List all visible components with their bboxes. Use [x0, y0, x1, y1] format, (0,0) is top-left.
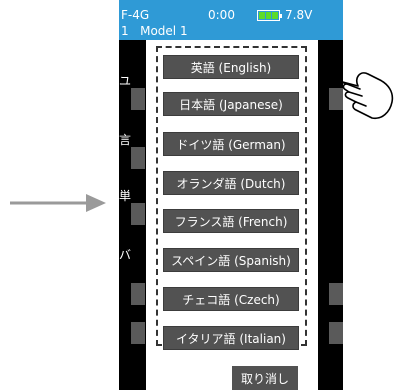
background-value-bar: [131, 88, 145, 110]
battery-icon: [257, 10, 282, 21]
language-option-spanish[interactable]: スペイン語 (Spanish): [163, 248, 299, 272]
background-value-bar: [329, 283, 343, 305]
background-menu-label: ユ: [119, 74, 132, 88]
background-menu-label: 言: [119, 133, 132, 147]
language-option-german[interactable]: ドイツ語 (German): [163, 132, 299, 156]
system-name: F-4G: [121, 8, 150, 22]
status-bar: F-4G 0:00 7.8V 1 Model 1: [119, 0, 343, 40]
background-value-bar: [329, 322, 343, 344]
background-menu-label: 単: [119, 189, 132, 203]
language-option-dutch[interactable]: オランダ語 (Dutch): [163, 171, 299, 195]
timer-display: 0:00: [208, 8, 235, 22]
background-menu-label: バ: [119, 248, 132, 262]
battery-voltage: 7.8V: [285, 8, 313, 22]
language-option-czech[interactable]: チェコ語 (Czech): [163, 287, 299, 311]
cancel-button[interactable]: 取り消し: [232, 366, 298, 390]
language-option-french[interactable]: フランス語 (French): [163, 209, 299, 233]
language-option-japanese[interactable]: 日本語 (Japanese): [163, 92, 299, 116]
language-option-english[interactable]: 英語 (English): [163, 55, 299, 79]
arrow-right-icon: [10, 194, 106, 212]
background-value-bar: [131, 283, 145, 305]
background-value-bar: [131, 147, 145, 169]
model-label: 1 Model 1: [121, 24, 188, 38]
background-value-bar: [131, 203, 145, 225]
pointing-hand-icon: [334, 72, 394, 120]
language-option-italian[interactable]: イタリア語 (Italian): [163, 326, 299, 350]
background-value-bar: [131, 322, 145, 344]
